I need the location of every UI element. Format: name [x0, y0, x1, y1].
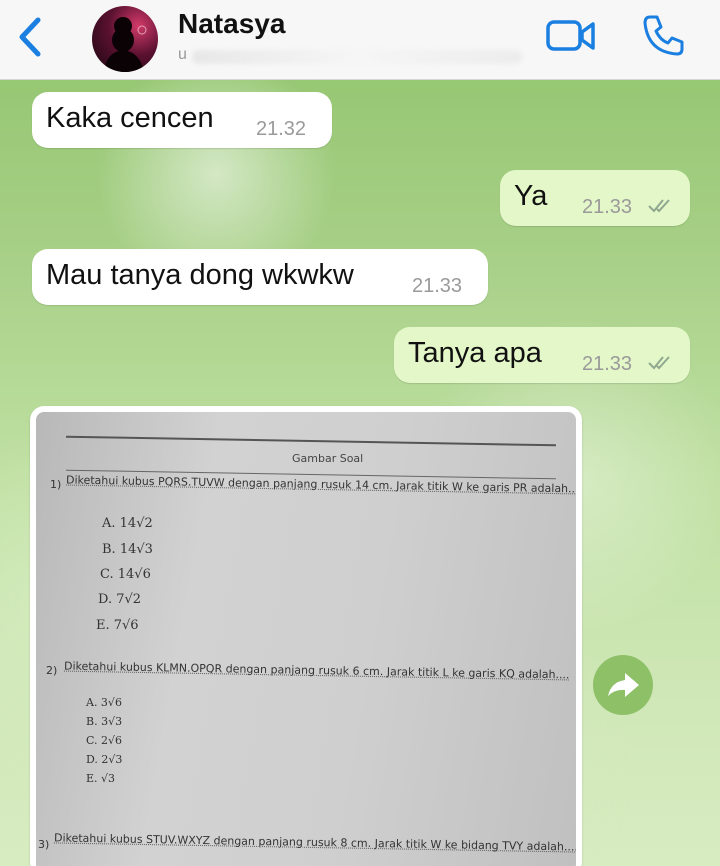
photo-worksheet[interactable]: Gambar Soal 1) Diketahui kubus PQRS.TUVW…: [36, 412, 576, 866]
message-outgoing[interactable]: Tanya apa 21.33: [394, 327, 690, 383]
question-number: 2): [46, 664, 58, 677]
message-text: Tanya apa: [408, 337, 542, 369]
answer-option: B. 14√3: [102, 542, 153, 557]
double-check-icon: [648, 356, 670, 370]
chat-header: Natasya u: [0, 0, 720, 80]
forward-arrow-icon: [608, 673, 639, 697]
image-message[interactable]: Gambar Soal 1) Diketahui kubus PQRS.TUVW…: [30, 406, 582, 866]
question-text: Diketahui kubus KLMN.OPQR dengan panjang…: [63, 659, 570, 682]
contact-status-text: u: [178, 46, 187, 63]
answer-option: D. 2√3: [86, 753, 123, 766]
answer-option: E. 7√6: [96, 618, 139, 633]
message-time: 21.32: [256, 118, 307, 140]
question-number: 1): [50, 478, 62, 491]
message-text: Ya: [514, 180, 548, 212]
message-text: Kaka cencen: [46, 102, 214, 134]
blurred-status: [192, 50, 522, 64]
video-call-button[interactable]: [546, 18, 596, 54]
message-text: Mau tanya dong wkwkw: [46, 259, 354, 291]
contact-avatar[interactable]: [92, 6, 158, 72]
video-call-icon: [546, 20, 595, 51]
answer-option: E. √3: [86, 772, 116, 785]
message-time: 21.33: [582, 196, 633, 218]
contact-name[interactable]: Natasya: [178, 8, 285, 40]
answer-option: B. 3√3: [86, 715, 123, 728]
message-incoming[interactable]: Kaka cencen 21.32: [32, 92, 332, 148]
worksheet-title: Gambar Soal: [292, 452, 364, 465]
forward-button[interactable]: [593, 655, 653, 715]
answer-option: C. 2√6: [86, 734, 123, 747]
phone-icon: [643, 15, 684, 56]
message-outgoing[interactable]: Ya 21.33: [500, 170, 690, 226]
answer-option: A. 3√6: [86, 696, 122, 709]
back-button[interactable]: [10, 14, 50, 60]
question-text: Diketahui kubus STUV.WXYZ dengan panjang…: [53, 831, 576, 854]
voice-call-button[interactable]: [640, 12, 686, 58]
chevron-left-icon: [19, 17, 41, 57]
question-number: 3): [38, 838, 50, 851]
double-check-icon: [648, 199, 670, 213]
message-time: 21.33: [412, 275, 463, 297]
message-incoming[interactable]: Mau tanya dong wkwkw 21.33: [32, 249, 488, 305]
answer-option: C. 14√6: [100, 567, 151, 582]
divider: [66, 435, 556, 447]
answer-option: D. 7√2: [98, 592, 142, 607]
message-time: 21.33: [582, 353, 633, 375]
contact-status: u: [178, 46, 528, 68]
answer-option: A. 14√2: [102, 516, 153, 531]
